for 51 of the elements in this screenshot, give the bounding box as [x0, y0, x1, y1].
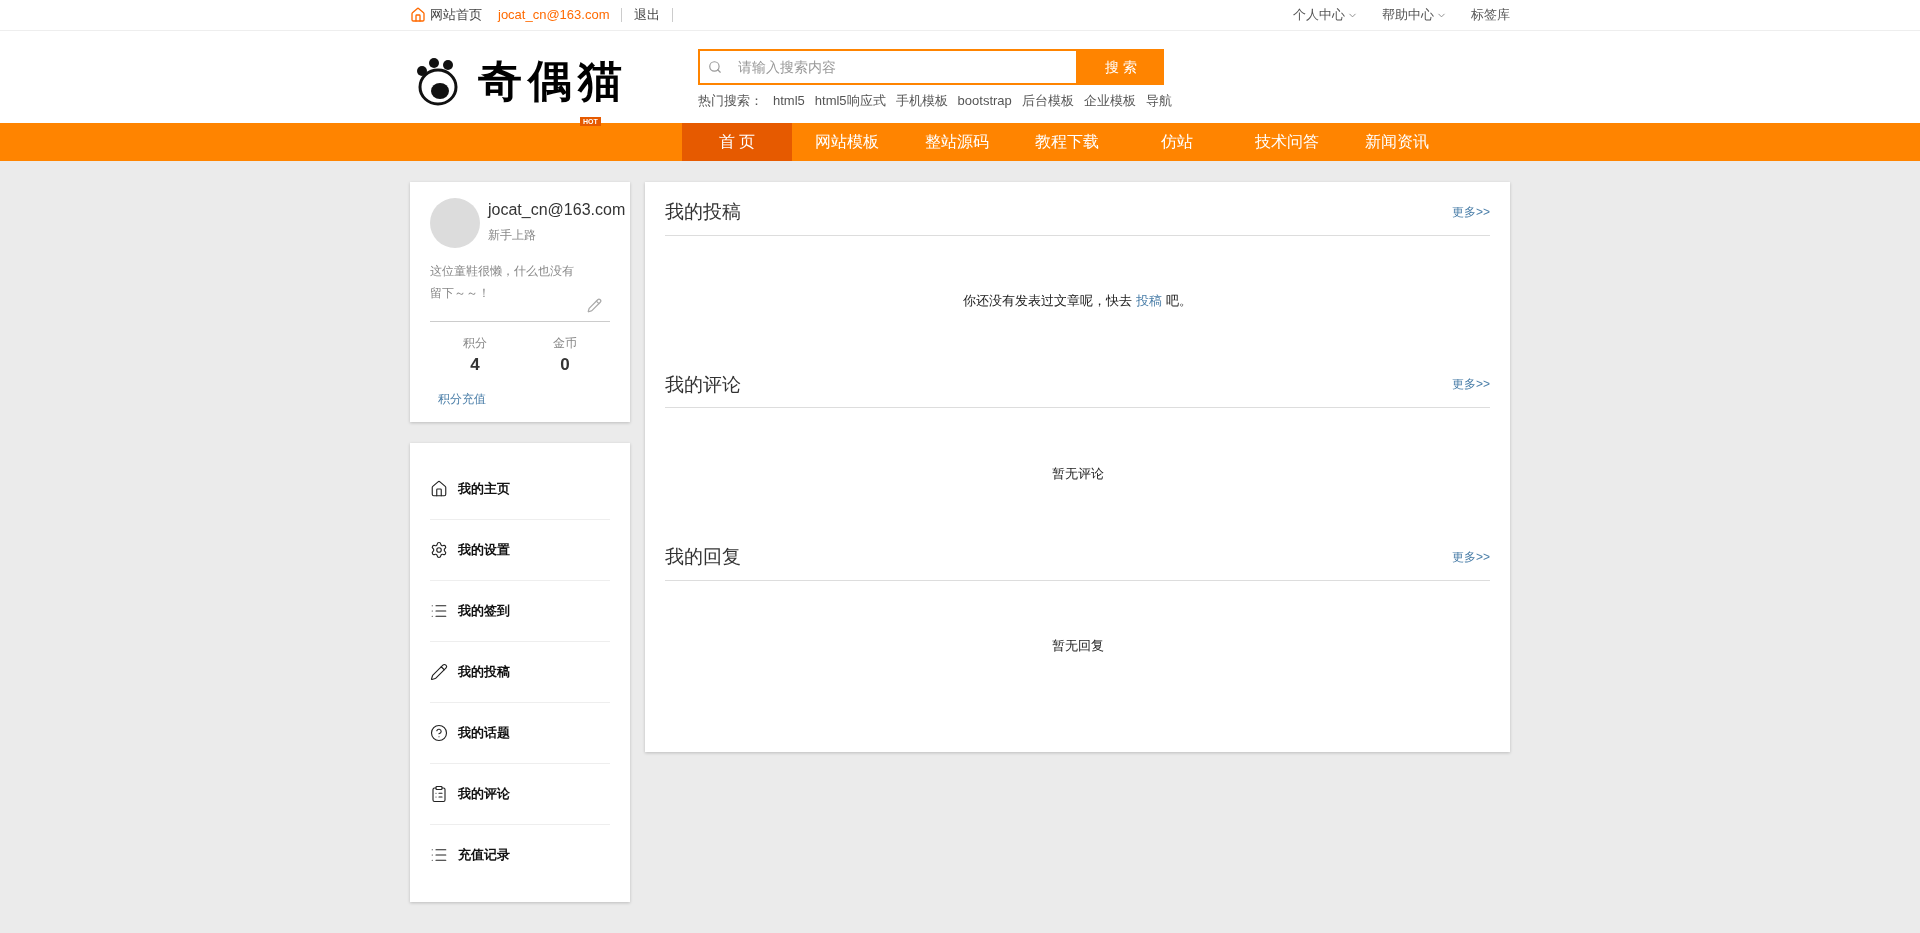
nav-tab[interactable]: 首 页 [682, 123, 792, 161]
sidebar-item[interactable]: 我的主页 [430, 458, 610, 520]
edit-icon[interactable] [587, 298, 602, 313]
sidebar-item[interactable]: 我的设置 [430, 519, 610, 581]
empty-message: 你还没有发表过文章呢，快去 投稿 吧。 [963, 292, 1192, 311]
section-title: 我的评论 [665, 372, 741, 397]
recharge-link[interactable]: 积分充值 [438, 389, 486, 408]
stat-label: 金币 [553, 335, 577, 352]
hot-search-link[interactable]: html5响应式 [814, 91, 886, 111]
hot-search-link[interactable]: html5 [773, 91, 805, 111]
logout-link[interactable]: 退出 [634, 5, 661, 25]
more-link[interactable]: 更多>> [1452, 547, 1490, 566]
hot-search-label: 热门搜索： [698, 92, 763, 110]
avatar [430, 198, 480, 248]
search-field[interactable]: 请输入搜索内容 [698, 49, 1078, 85]
home-icon [430, 479, 448, 498]
sidebar-item[interactable]: 我的话题 [430, 702, 610, 764]
hot-search-link[interactable]: 手机模板 [895, 91, 948, 111]
stat-label: 积分 [463, 335, 487, 352]
username: jocat_cn@163.com [488, 200, 626, 220]
sidebar-item[interactable]: 我的投稿 [430, 641, 610, 703]
clipboard-icon [430, 784, 448, 803]
user-level: 新手上路 [488, 227, 537, 244]
search-icon [708, 60, 722, 74]
sidebar-item[interactable]: 我的评论 [430, 763, 610, 825]
pencil-icon [430, 662, 448, 681]
sidebar-item[interactable]: 充值记录 [430, 824, 610, 886]
hot-search-link[interactable]: 后台模板 [1021, 91, 1074, 111]
home-link[interactable]: 网站首页 [410, 5, 482, 25]
empty-message: 暂无回复 [1051, 637, 1104, 656]
top-menu-link[interactable]: 标签库 [1471, 5, 1510, 25]
home-icon [410, 7, 426, 23]
more-link[interactable]: 更多>> [1452, 375, 1490, 393]
question-icon [430, 723, 448, 742]
logo-text: 奇偶猫 [478, 59, 628, 103]
stat-value: 4 [470, 354, 480, 376]
top-menu-link[interactable]: 个人中心 [1293, 5, 1358, 25]
more-link[interactable]: 更多>> [1452, 202, 1490, 221]
stat-value: 0 [560, 354, 570, 376]
hot-search-link[interactable]: 企业模板 [1083, 91, 1136, 111]
user-bio: 这位童鞋很懒，什么也没有留下～～！ [430, 263, 575, 302]
settings-icon [430, 540, 448, 559]
list-icon [430, 846, 448, 864]
top-menu-link[interactable]: 帮助中心 [1382, 5, 1447, 25]
sidebar-item[interactable]: 我的签到 [430, 580, 610, 642]
submit-link[interactable]: 投稿 [1136, 293, 1162, 309]
empty-message: 暂无评论 [1051, 464, 1104, 483]
hot-search-link[interactable]: bootstrap [957, 91, 1012, 111]
hot-search-link[interactable]: 导航 [1145, 91, 1172, 111]
section-title: 我的投稿 [665, 200, 741, 224]
section-title: 我的回复 [665, 545, 741, 569]
